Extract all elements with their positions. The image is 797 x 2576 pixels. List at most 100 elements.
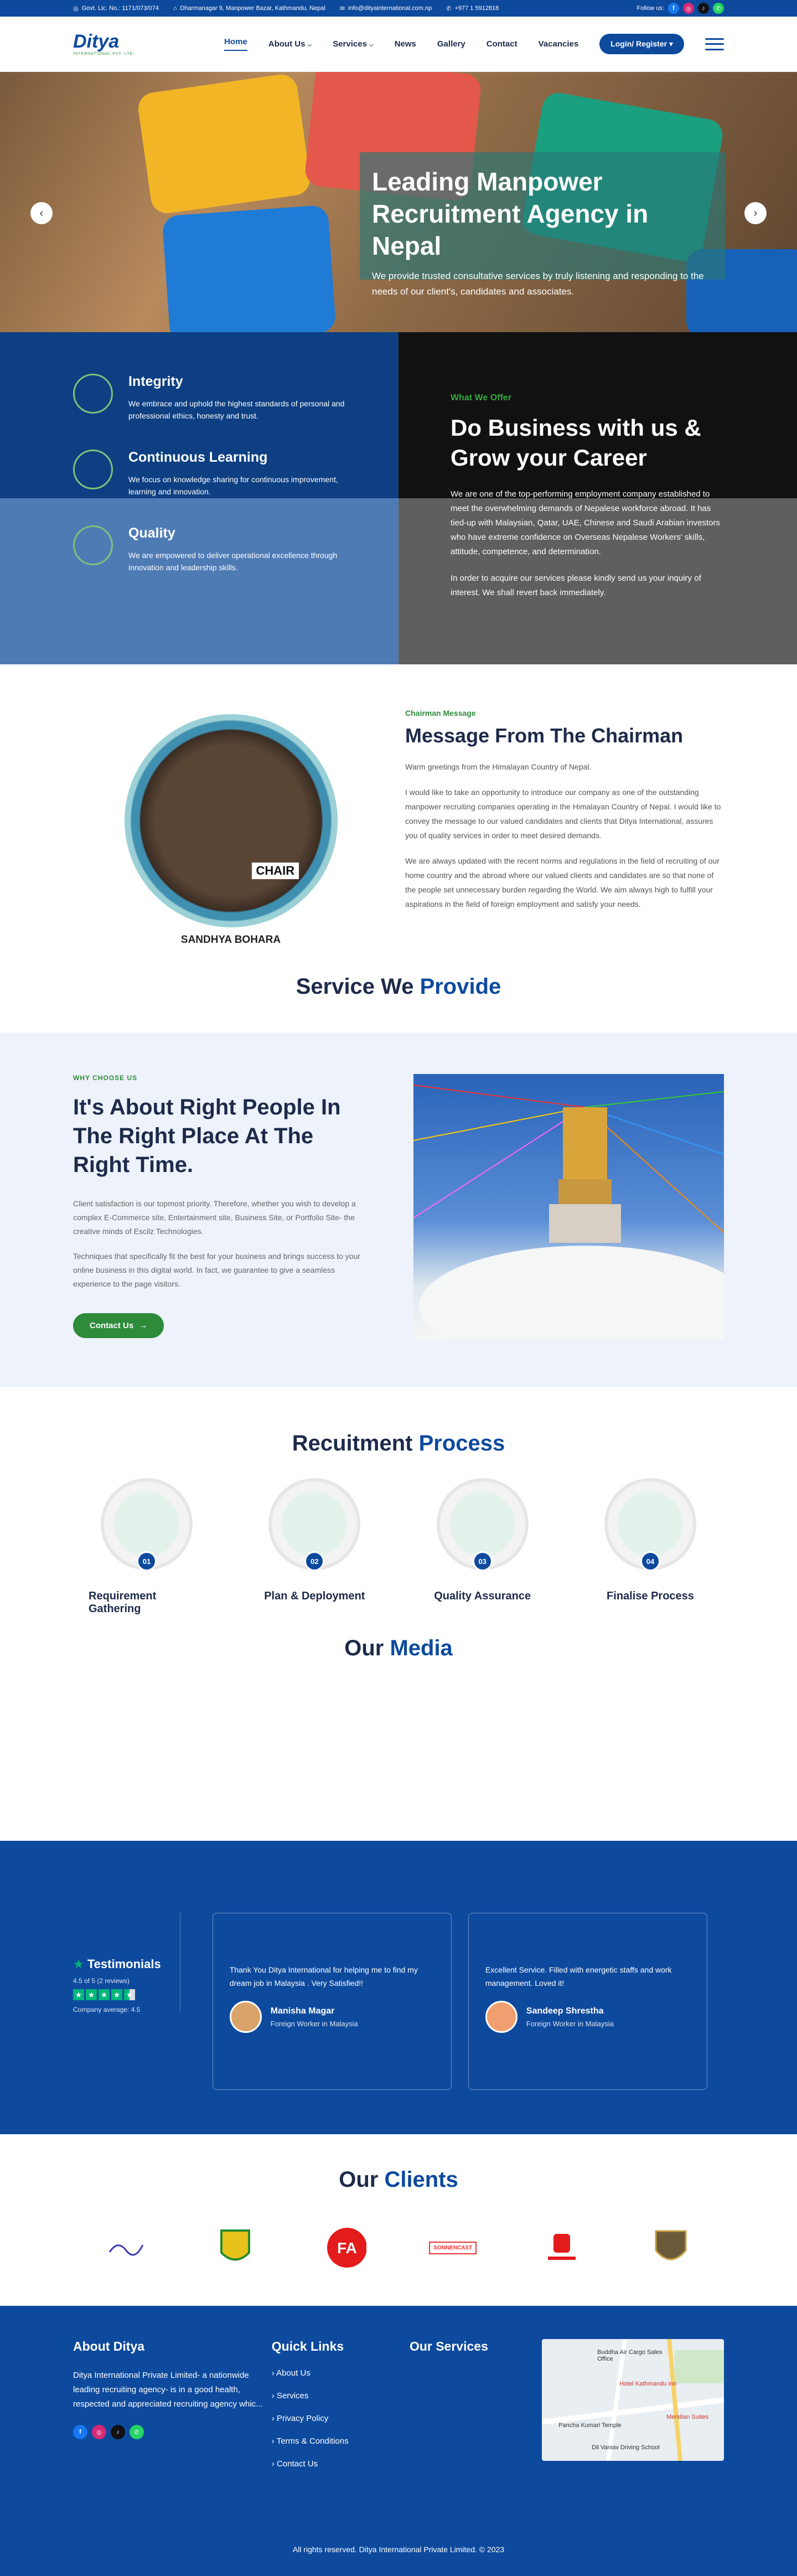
footer-link-privacy[interactable]: › Privacy Policy — [272, 2414, 410, 2423]
value-item: Integrity We embrace and uphold the highe… — [73, 374, 398, 422]
media-title: Our Media — [0, 1636, 797, 1661]
nav-services-label: Services — [333, 39, 367, 49]
instagram-icon[interactable]: ◎ — [92, 2425, 106, 2439]
chairman-portrait-col: CHAIR SANDHYA BOHARA — [73, 709, 389, 974]
footer-links-title: Quick Links — [271, 2339, 344, 2353]
hero-subtitle: We provide trusted consultative services… — [372, 271, 704, 297]
footer-link-label: Services — [276, 2391, 309, 2401]
footer-link-about[interactable]: › About Us — [272, 2368, 410, 2378]
finalise-icon: 04 — [604, 1478, 696, 1571]
follow-us: Follow us: f ◎ ♪ ✆ — [636, 3, 724, 14]
quality-assurance-icon: 03 — [436, 1478, 529, 1571]
stupa-image — [413, 1074, 724, 1340]
offer-title: Do Business with us & Grow your Career — [451, 415, 701, 471]
nav-vacancies[interactable]: Vacancies — [539, 39, 579, 49]
footer-link-services[interactable]: › Services — [272, 2391, 410, 2401]
location-map[interactable]: Buddha Air Cargo Sales Office Hotel Kath… — [542, 2339, 724, 2461]
services-title: Service We Provide — [0, 974, 797, 999]
testimonial-card: Thank You Ditya International for helpin… — [212, 1913, 452, 2090]
nav-home[interactable]: Home — [224, 37, 247, 51]
whatsapp-icon[interactable]: ✆ — [713, 3, 724, 14]
facebook-icon[interactable]: f — [668, 3, 679, 14]
tiktok-icon[interactable]: ♪ — [698, 3, 709, 14]
step-number: 04 — [640, 1551, 660, 1571]
process-steps: 01 Requirement Gathering 02 Plan & Deploym… — [0, 1478, 797, 1615]
client-logo: FA — [322, 2226, 366, 2270]
step-number: 01 — [137, 1551, 157, 1571]
phone-info[interactable]: ✆ +977 1 5912818 — [446, 5, 499, 12]
quality-icon — [73, 525, 113, 565]
footer-link-label: About Us — [276, 2368, 310, 2378]
nav-news[interactable]: News — [395, 39, 416, 49]
whatsapp-icon[interactable]: ✆ — [130, 2425, 144, 2439]
testimonials-title: Testimonials — [87, 1957, 161, 1971]
process-title-b: Process — [418, 1431, 505, 1455]
why-title: It's About Right People In The Right Pla… — [73, 1095, 341, 1177]
nav-contact[interactable]: Contact — [487, 39, 517, 49]
rating-stars: ★ ★ ★ ★ ★ — [73, 1989, 180, 2000]
chairman-text: I would like to take an opportunity to i… — [405, 788, 721, 840]
step-label: Requirement Gathering — [89, 1590, 157, 1615]
why-text: Client satisfaction is our topmost prior… — [73, 1199, 356, 1236]
client-logo — [104, 2226, 148, 2270]
slider-next-button[interactable]: › — [744, 202, 767, 224]
offer-panel: What We Offer Do Business with us & Grow… — [398, 332, 797, 664]
values-panel: Integrity We embrace and uphold the highe… — [0, 332, 398, 664]
client-logo: SONNENCAST — [429, 2226, 477, 2270]
testimonial-card: Excellent Service. Filled with energetic… — [468, 1913, 707, 2090]
map-label: Buddha Air Cargo Sales Office — [597, 2349, 663, 2362]
footer-about: About Ditya Ditya International Private … — [73, 2339, 272, 2482]
menu-icon[interactable] — [705, 38, 724, 50]
chairman-greeting: Warm greetings from the Himalayan Countr… — [405, 762, 592, 771]
map-label: Meridian Suites — [666, 2414, 708, 2420]
value-text: We embrace and uphold the highest standa… — [128, 399, 345, 420]
footer-link-label: Terms & Conditions — [276, 2436, 349, 2446]
process-step: 02 Plan & Deployment — [256, 1478, 372, 1615]
why-choose-us: WHY CHOOSE US It's About Right People In… — [0, 1033, 797, 1387]
tiktok-icon[interactable]: ♪ — [111, 2425, 125, 2439]
chevron-down-icon: ⌵ — [369, 42, 374, 48]
footer-link-terms[interactable]: › Terms & Conditions — [272, 2436, 410, 2446]
footer-about-title: About Ditya — [73, 2339, 145, 2353]
arrow-right-icon: → — [139, 1321, 148, 1330]
footer-link-contact[interactable]: › Contact Us — [272, 2459, 410, 2469]
main-nav: Home About Us ⌵ Services ⌵ News Gallery … — [224, 34, 724, 54]
nav-services[interactable]: Services ⌵ — [333, 39, 374, 49]
testimonial-name: Sandeep Shrestha — [526, 2006, 604, 2016]
process-title-a: Recuitment — [292, 1431, 419, 1455]
services-title-a: Service We — [296, 974, 420, 999]
slider-prev-button[interactable]: ‹ — [30, 202, 53, 224]
clients-title: Our Clients — [0, 2167, 797, 2192]
testimonial-text: Excellent Service. Filled with energetic… — [485, 1965, 672, 1988]
media-title-a: Our — [344, 1636, 390, 1660]
process-step: 01 Requirement Gathering — [89, 1478, 205, 1615]
login-register-button[interactable]: Login/ Register ▾ — [599, 34, 684, 54]
contact-us-button[interactable]: Contact Us → — [73, 1313, 164, 1338]
value-title: Continuous Learning — [128, 450, 268, 465]
logo[interactable]: Ditya INTERNATIONAL PVT. LTD. — [73, 32, 135, 56]
logo-text: Ditya — [73, 31, 120, 52]
services-title-b: Provide — [420, 974, 501, 999]
hero-caption: Leading Manpower Recruitment Agency in N… — [360, 152, 725, 297]
step-label: Plan & Deployment — [264, 1590, 365, 1602]
facebook-icon[interactable]: f — [73, 2425, 87, 2439]
phone-text[interactable]: +977 1 5912818 — [454, 5, 499, 12]
email-info[interactable]: ✉ info@dityainternational.com.np — [340, 5, 432, 12]
top-bar: ◎ Govt. Lic. No.: 1171/073/074 ⌂ Dharmanag… — [0, 0, 797, 17]
avatar — [485, 2001, 517, 2033]
testimonial-text: Thank You Ditya International for helpin… — [229, 1965, 418, 1988]
nav-gallery[interactable]: Gallery — [437, 39, 465, 49]
footer-link-label: Contact Us — [276, 2459, 318, 2469]
footer-link-label: Privacy Policy — [276, 2414, 329, 2423]
testimonial-name: Manisha Magar — [270, 2006, 335, 2016]
map-label: Pancha Kumari Temple — [558, 2422, 622, 2429]
star-icon: ★ — [73, 1957, 84, 1971]
stupa-illustration — [413, 1085, 724, 1340]
learning-icon — [73, 450, 113, 489]
puzzle-piece-yellow — [136, 72, 312, 216]
license-text: Govt. Lic. No.: 1171/073/074 — [81, 5, 159, 12]
nav-about[interactable]: About Us ⌵ — [268, 39, 312, 49]
email-text[interactable]: info@dityainternational.com.np — [348, 5, 432, 12]
instagram-icon[interactable]: ◎ — [683, 3, 694, 14]
client-logo-text: SONNENCAST — [429, 2241, 477, 2254]
